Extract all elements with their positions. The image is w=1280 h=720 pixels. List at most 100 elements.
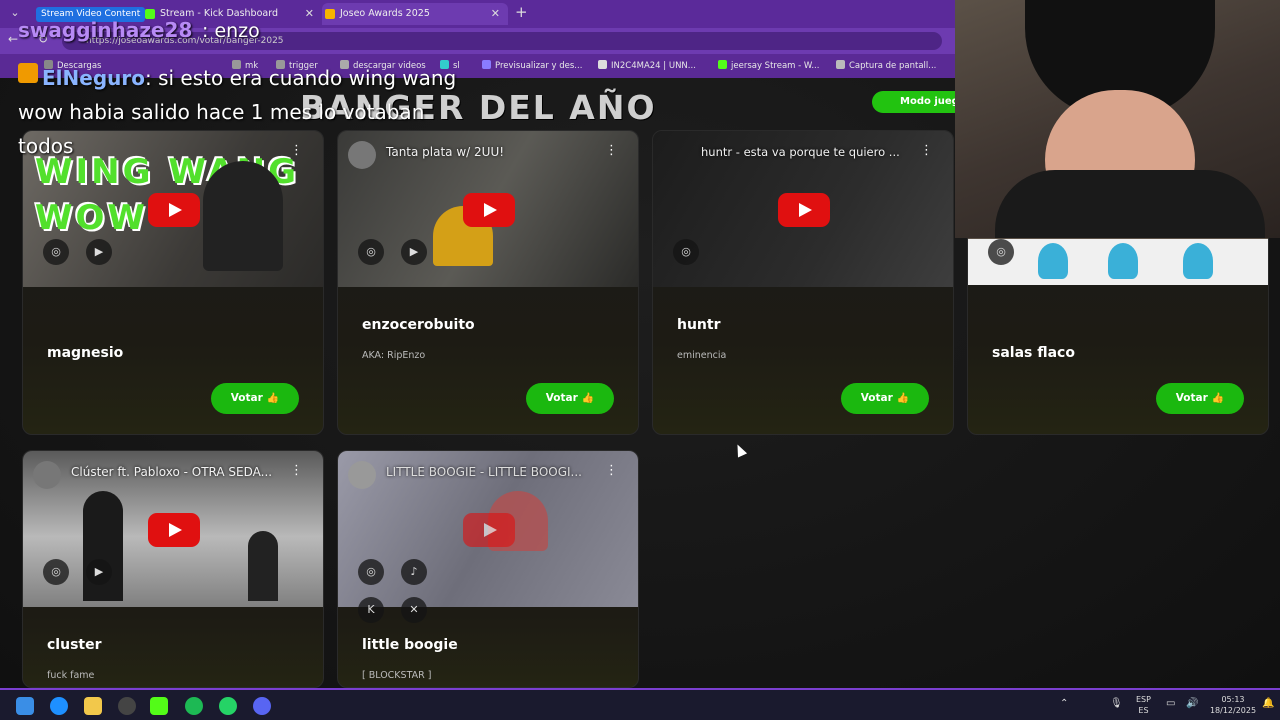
bookmark-item[interactable]: sl [440, 60, 460, 71]
tab-label: Stream - Kick Dashboard [160, 8, 278, 19]
youtube-icon[interactable]: ▶ [86, 559, 112, 585]
reload-icon[interactable]: ↻ [38, 32, 48, 46]
person-figure [203, 161, 283, 271]
video-thumbnail[interactable]: Tanta plata w/ 2UU! ⋮ ◎ ▶ [338, 131, 638, 287]
youtube-play-icon[interactable] [463, 513, 515, 547]
channel-avatar [348, 461, 376, 489]
kick-icon[interactable]: K [358, 597, 384, 623]
person-figure [248, 531, 278, 601]
instagram-icon[interactable]: ◎ [43, 239, 69, 265]
close-tab-icon[interactable]: ✕ [491, 3, 500, 25]
joseo-favicon-icon [325, 9, 335, 19]
network-icon[interactable]: ▭ [1166, 698, 1175, 709]
person-figure [83, 491, 123, 601]
tab-group-label[interactable]: Stream Video Content [36, 7, 146, 22]
instagram-icon[interactable]: ◎ [988, 239, 1014, 265]
decor-figure [1108, 243, 1138, 279]
more-options-icon[interactable]: ⋮ [290, 463, 303, 478]
vote-button[interactable]: Votar 👍 [526, 383, 614, 414]
instagram-icon[interactable]: ◎ [673, 239, 699, 265]
language-indicator[interactable]: ESP ES [1136, 694, 1151, 716]
taskbar: ⌃ 🎙 ESP ES ▭ 🔊 05:13 18/12/2025 🔔 [0, 688, 1280, 720]
microphone-icon[interactable]: 🎙 [1110, 698, 1123, 709]
url-field[interactable]: https://joseoawards.com/votar/banger-202… [62, 32, 942, 50]
video-title: Clúster ft. Pabloxo - OTRA SEDA... [71, 465, 273, 479]
bookmark-item[interactable]: descargar videos [340, 60, 426, 71]
youtube-play-icon[interactable] [148, 513, 200, 547]
instagram-icon[interactable]: ◎ [358, 239, 384, 265]
video-title: LITTLE BOOGIE - LITTLE BOOGI... [386, 465, 582, 479]
nominee-card-magnesio: WING WANG WOW ⋮ ◎ ▶ magnesio Votar 👍 [22, 130, 324, 435]
kick-icon [145, 9, 155, 19]
close-tab-icon[interactable]: ✕ [305, 3, 314, 25]
youtube-play-icon[interactable] [778, 193, 830, 227]
nominee-aka: [ BLOCKSTAR ] [362, 670, 432, 681]
more-options-icon[interactable]: ⋮ [605, 143, 618, 158]
tray-chevron-icon[interactable]: ⌃ [1060, 698, 1068, 709]
tab-search-icon[interactable]: ⌄ [6, 6, 24, 22]
kick-app-icon[interactable] [150, 697, 168, 715]
nominee-name: huntr [677, 317, 721, 333]
instagram-icon[interactable]: ◎ [358, 559, 384, 585]
decor-figure [1038, 243, 1068, 279]
bookmark-item[interactable]: IN2C4MA24 | UNN... [598, 60, 696, 71]
tab-kick-dashboard[interactable]: Stream - Kick Dashboard ✕ [142, 3, 322, 25]
bookmark-item[interactable]: mk [232, 60, 258, 71]
file-explorer-icon[interactable] [84, 697, 102, 715]
video-thumbnail[interactable]: WING WANG WOW ⋮ ◎ ▶ [23, 131, 323, 287]
video-title: Tanta plata w/ 2UU! [386, 145, 505, 159]
nominee-aka: eminencia [677, 350, 727, 361]
clock[interactable]: 05:13 18/12/2025 [1208, 694, 1258, 716]
bookmark-item[interactable]: jeersay Stream - W... [718, 60, 819, 71]
channel-avatar [348, 141, 376, 169]
nominee-name: cluster [47, 637, 102, 653]
thumbs-up-icon: 👍 [266, 393, 280, 404]
thumbs-up-icon: 👍 [581, 393, 595, 404]
edge-icon[interactable] [50, 697, 68, 715]
mouse-cursor [732, 442, 748, 458]
bookmark-item[interactable]: Descargas [44, 60, 101, 71]
tiktok-icon[interactable]: ♪ [401, 559, 427, 585]
bookmark-item[interactable]: Captura de pantall... [836, 60, 936, 71]
youtube-icon[interactable]: ▶ [401, 239, 427, 265]
nominee-card-enzocerobuito: Tanta plata w/ 2UU! ⋮ ◎ ▶ enzocerobuito … [337, 130, 639, 435]
bookmark-item[interactable]: Previsualizar y des... [482, 60, 582, 71]
vote-button[interactable]: Votar 👍 [1156, 383, 1244, 414]
nominee-aka: AKA: RipEnzo [362, 350, 426, 361]
more-options-icon[interactable]: ⋮ [290, 143, 303, 158]
notifications-icon[interactable]: 🔔 [1262, 698, 1274, 709]
nominee-name: enzocerobuito [362, 317, 475, 333]
youtube-icon[interactable]: ▶ [86, 239, 112, 265]
instagram-icon[interactable]: ◎ [43, 559, 69, 585]
video-thumbnail[interactable]: LITTLE BOOGIE - LITTLE BOOGI... ⋮ ◎ ♪ [338, 451, 638, 607]
vote-button[interactable]: Votar 👍 [841, 383, 929, 414]
tab-joseo-awards[interactable]: Joseo Awards 2025 ✕ [322, 3, 508, 25]
volume-icon[interactable]: 🔊 [1186, 698, 1198, 709]
youtube-play-icon[interactable] [148, 193, 200, 227]
more-options-icon[interactable]: ⋮ [920, 143, 933, 158]
video-thumbnail[interactable]: huntr - esta va porque te quiero ... ⋮ ◎ [653, 131, 953, 287]
youtube-play-icon[interactable] [463, 193, 515, 227]
spotify-icon[interactable] [185, 697, 203, 715]
whatsapp-icon[interactable] [219, 697, 237, 715]
bookmark-item[interactable]: trigger [276, 60, 318, 71]
obs-icon[interactable] [118, 697, 136, 715]
windows-start-icon[interactable] [16, 697, 34, 715]
webcam-overlay [955, 0, 1280, 238]
back-icon[interactable]: ← [8, 32, 18, 46]
new-tab-button[interactable]: + [515, 3, 528, 21]
discord-icon[interactable] [253, 697, 271, 715]
thumbs-up-icon: 👍 [896, 393, 910, 404]
channel-avatar [33, 461, 61, 489]
vote-button[interactable]: Votar 👍 [211, 383, 299, 414]
nominee-aka: fuck fame [47, 670, 95, 681]
x-icon[interactable]: ✕ [401, 597, 427, 623]
page-title: BANGER DEL AÑO [300, 88, 657, 127]
shirt [995, 170, 1265, 238]
video-thumbnail[interactable]: Clúster ft. Pabloxo - OTRA SEDA... ⋮ ◎ ▶ [23, 451, 323, 607]
thumbs-up-icon: 👍 [1211, 393, 1225, 404]
nominee-card-huntr: huntr - esta va porque te quiero ... ⋮ ◎… [652, 130, 954, 435]
nominee-name: little boogie [362, 637, 458, 653]
more-options-icon[interactable]: ⋮ [605, 463, 618, 478]
nominee-name: salas flaco [992, 345, 1075, 361]
